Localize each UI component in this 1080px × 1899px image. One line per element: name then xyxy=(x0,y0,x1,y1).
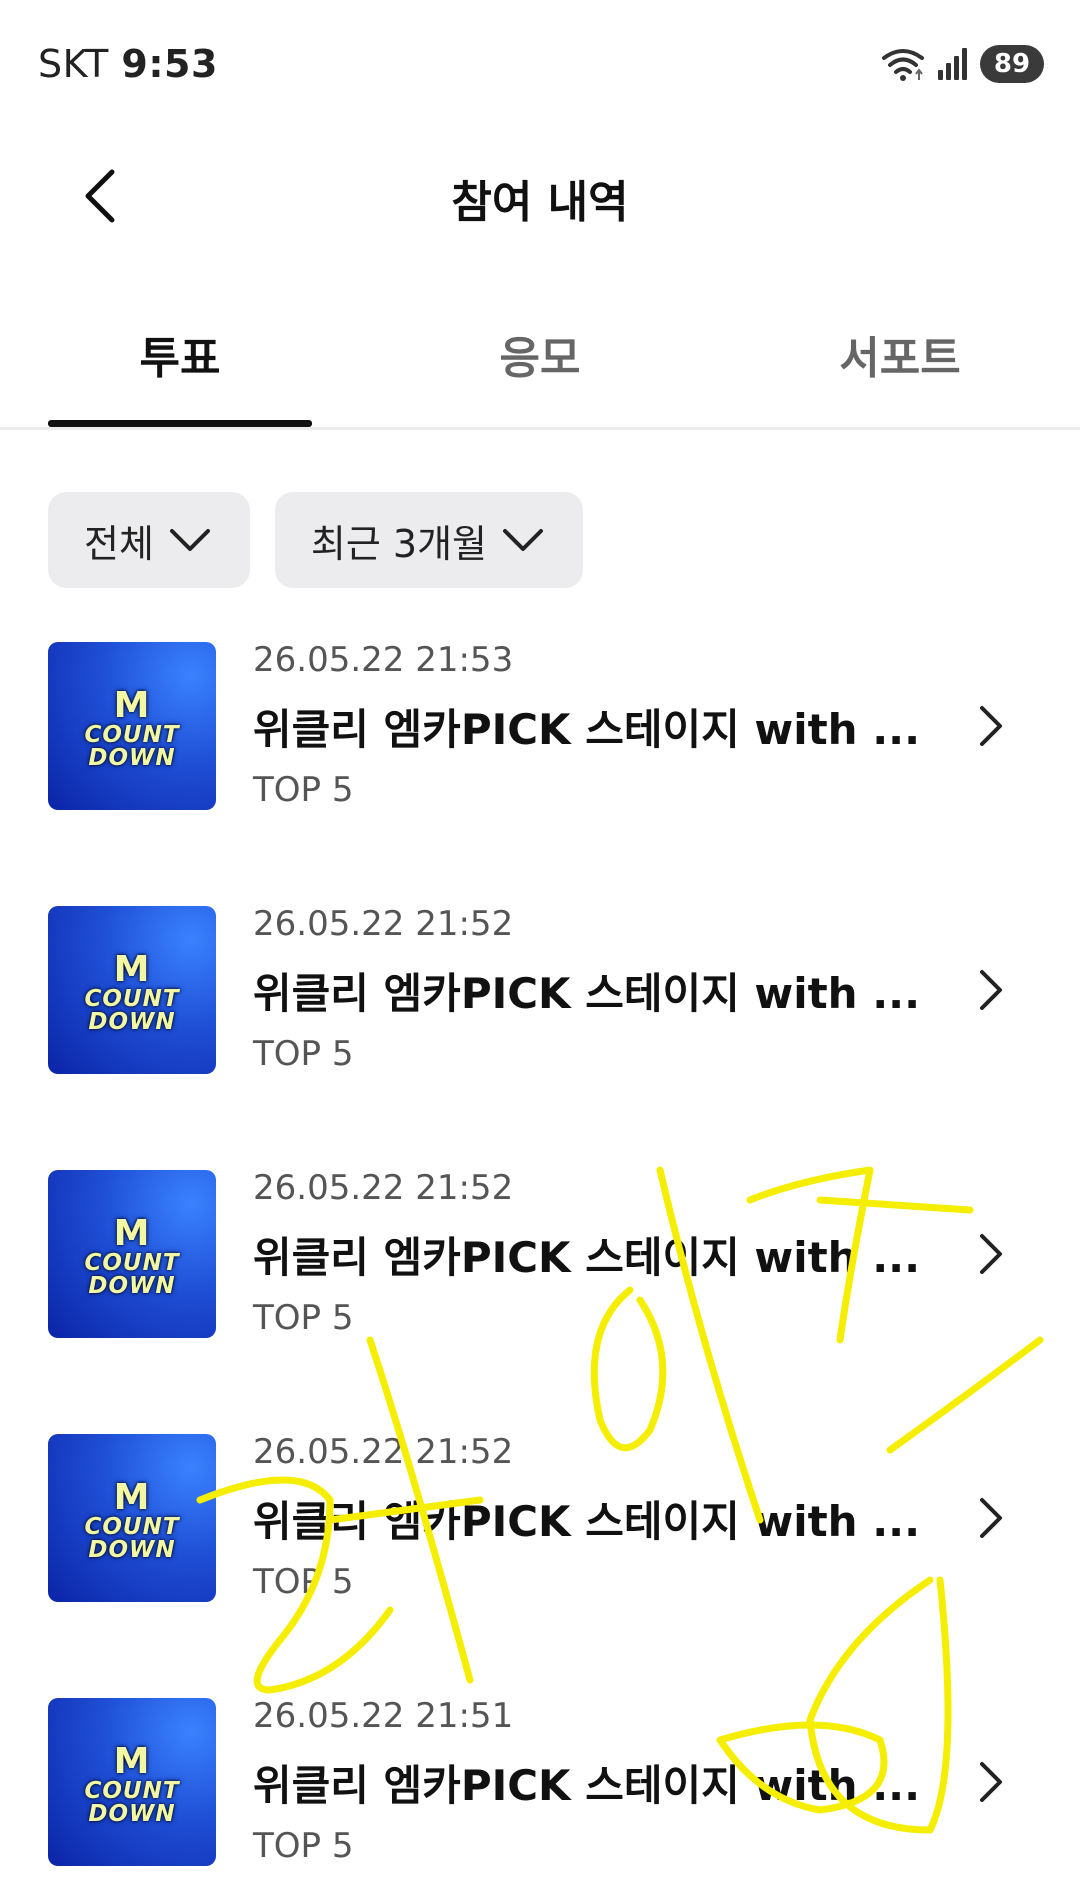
item-subtitle: TOP 5 xyxy=(253,1562,354,1602)
list-item[interactable]: M COUNT DOWN 26.05.22 21:52 위클리 엠카PICK 스… xyxy=(0,1150,1080,1350)
countdown-logo: M COUNT DOWN xyxy=(84,685,180,771)
item-title: 위클리 엠카PICK 스테이지 with ... xyxy=(253,1761,921,1810)
countdown-thumbnail: M COUNT DOWN xyxy=(48,1698,216,1866)
battery-icon: 89 xyxy=(980,45,1044,83)
item-subtitle: TOP 5 xyxy=(253,1298,354,1338)
tab-bar: 투표 응모 서포트 xyxy=(0,300,1080,430)
category-filter-label: 전체 xyxy=(84,521,154,566)
item-subtitle: TOP 5 xyxy=(253,1826,354,1866)
chevron-down-icon xyxy=(503,529,544,551)
chevron-right-icon xyxy=(980,970,1002,1010)
period-filter-dropdown[interactable]: 최근 3개월 xyxy=(274,492,584,588)
countdown-thumbnail: M COUNT DOWN xyxy=(48,906,216,1074)
item-title: 위클리 엠카PICK 스테이지 with ... xyxy=(253,705,921,754)
chevron-right-icon xyxy=(980,706,1002,746)
countdown-logo: M COUNT DOWN xyxy=(84,1741,180,1827)
chevron-right-icon xyxy=(980,1234,1002,1274)
item-date: 26.05.22 21:52 xyxy=(253,904,514,944)
tab-entry[interactable]: 응모 xyxy=(360,322,720,386)
list-item[interactable]: M COUNT DOWN 26.05.22 21:52 위클리 엠카PICK 스… xyxy=(0,1414,1080,1614)
item-subtitle: TOP 5 xyxy=(253,1034,354,1074)
filter-row: 전체 최근 3개월 xyxy=(48,492,584,588)
wifi-icon xyxy=(882,49,924,81)
carrier-time: SKT 9:53 xyxy=(38,42,218,86)
item-date: 26.05.22 21:51 xyxy=(253,1696,514,1736)
period-filter-label: 최근 3개월 xyxy=(310,521,488,566)
countdown-logo: M COUNT DOWN xyxy=(84,949,180,1035)
item-date: 26.05.22 21:52 xyxy=(253,1432,514,1472)
list-item[interactable]: M COUNT DOWN 26.05.22 21:51 위클리 엠카PICK 스… xyxy=(0,1678,1080,1878)
status-bar: SKT 9:53 89 xyxy=(0,0,1080,130)
signal-icon xyxy=(938,48,967,80)
list-item[interactable]: M COUNT DOWN 26.05.22 21:52 위클리 엠카PICK 스… xyxy=(0,886,1080,1086)
carrier-label: SKT xyxy=(38,42,109,86)
active-tab-indicator xyxy=(48,420,312,427)
countdown-thumbnail: M COUNT DOWN xyxy=(48,642,216,810)
countdown-thumbnail: M COUNT DOWN xyxy=(48,1170,216,1338)
item-date: 26.05.22 21:52 xyxy=(253,1168,514,1208)
tab-vote[interactable]: 투표 xyxy=(0,322,360,386)
item-title: 위클리 엠카PICK 스테이지 with ... xyxy=(253,1497,921,1546)
item-title: 위클리 엠카PICK 스테이지 with ... xyxy=(253,969,921,1018)
chevron-down-icon xyxy=(169,529,210,551)
countdown-logo: M COUNT DOWN xyxy=(84,1213,180,1299)
countdown-logo: M COUNT DOWN xyxy=(84,1477,180,1563)
chevron-right-icon xyxy=(980,1498,1002,1538)
list-item[interactable]: M COUNT DOWN 26.05.22 21:53 위클리 엠카PICK 스… xyxy=(0,622,1080,822)
item-date: 26.05.22 21:53 xyxy=(253,640,514,680)
item-title: 위클리 엠카PICK 스테이지 with ... xyxy=(253,1233,921,1282)
page-title: 참여 내역 xyxy=(451,177,629,228)
status-icons: 89 xyxy=(880,44,1044,84)
countdown-thumbnail: M COUNT DOWN xyxy=(48,1434,216,1602)
item-subtitle: TOP 5 xyxy=(253,770,354,810)
top-app-bar: 참여 내역 xyxy=(0,150,1080,240)
clock: 9:53 xyxy=(121,42,218,86)
category-filter-dropdown[interactable]: 전체 xyxy=(48,492,250,588)
chevron-right-icon xyxy=(980,1762,1002,1802)
tab-support[interactable]: 서포트 xyxy=(720,322,1080,386)
